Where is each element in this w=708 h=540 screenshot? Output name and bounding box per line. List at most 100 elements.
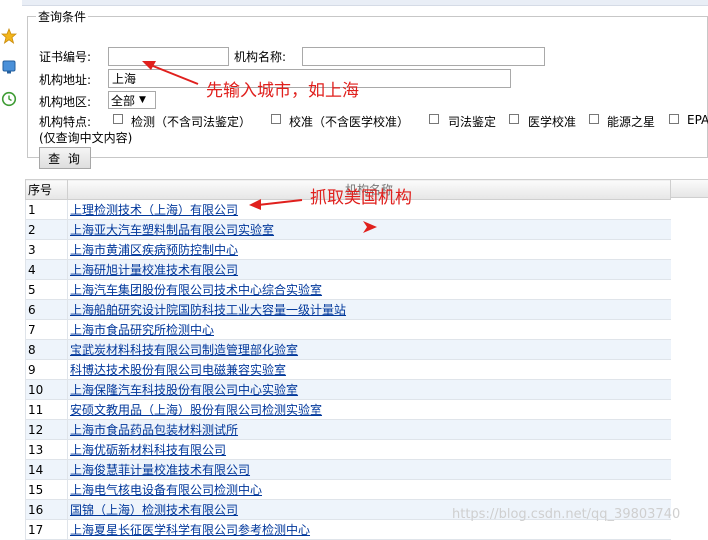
org-name-link[interactable]: 上海船舶研究设计院国防科技工业大容量一级计量站: [70, 303, 346, 317]
row-index: 7: [25, 319, 68, 340]
table-row: 4 上海研旭计量校准技术有限公司: [25, 259, 671, 280]
table-row: 13 上海优砺新材料科技有限公司: [25, 439, 671, 460]
row-index: 4: [25, 259, 68, 280]
column-header-index: 序号: [25, 179, 68, 200]
feature-label-energy-star: 能源之星: [607, 115, 656, 129]
cert-number-label: 证书编号:: [39, 50, 92, 64]
org-name-link[interactable]: 科博达技术股份有限公司电磁兼容实验室: [70, 363, 286, 377]
table-annotation: 抓取美国机构: [310, 188, 412, 208]
org-name-link[interactable]: 上理检测技术（上海）有限公司: [70, 203, 238, 217]
feature-checkbox-epa[interactable]: [669, 114, 679, 124]
org-name-link[interactable]: 上海市食品研究所检测中心: [70, 323, 214, 337]
table-row: 10 上海保隆汽车科技股份有限公司中心实验室: [25, 379, 671, 400]
search-button[interactable]: 查 询: [39, 147, 91, 169]
row-index: 14: [25, 459, 68, 480]
org-name-link[interactable]: 上海研旭计量校准技术有限公司: [70, 263, 238, 277]
row-name-cell: 上海电气核电设备有限公司检测中心: [67, 479, 671, 500]
table-row: 7 上海市食品研究所检测中心: [25, 319, 671, 340]
row-index: 1: [25, 199, 68, 220]
feature-checkbox-medical[interactable]: [509, 114, 519, 124]
left-icon-rail: [0, 0, 22, 534]
org-name-link[interactable]: 国锦（上海）检测技术有限公司: [70, 503, 238, 517]
org-name-link[interactable]: 安硕文教用品（上海）股份有限公司检测实验室: [70, 403, 322, 417]
clock-icon[interactable]: [0, 90, 18, 108]
row-index: 15: [25, 479, 68, 500]
feature-label-forensic: 司法鉴定: [448, 115, 497, 129]
row-name-cell: 上海保隆汽车科技股份有限公司中心实验室: [67, 379, 671, 400]
row-index: 11: [25, 399, 68, 420]
red-arrow-icon: [249, 199, 303, 210]
feature-checkbox-forensic[interactable]: [429, 114, 439, 124]
row-name-cell: 科博达技术股份有限公司电磁兼容实验室: [67, 359, 671, 380]
table-row: 6 上海船舶研究设计院国防科技工业大容量一级计量站: [25, 299, 671, 320]
row-name-cell: 上海市食品研究所检测中心: [67, 319, 671, 340]
feature-label-calibration: 校准（不含医学校准）: [289, 115, 410, 129]
features-label: 机构特点:: [39, 115, 92, 129]
org-name-link[interactable]: 上海电气核电设备有限公司检测中心: [70, 483, 262, 497]
table-row: 5 上海汽车集团股份有限公司技术中心综合实验室: [25, 279, 671, 300]
org-name-link[interactable]: 宝武炭材料科技有限公司制造管理部化验室: [70, 343, 298, 357]
table-row: 14 上海俊慧菲计量校准技术有限公司: [25, 459, 671, 480]
chinese-only-hint: (仅查询中文内容): [39, 131, 133, 145]
org-name-link[interactable]: 上海俊慧菲计量校准技术有限公司: [70, 463, 250, 477]
row-index: 10: [25, 379, 68, 400]
region-label: 机构地区:: [39, 95, 92, 109]
query-conditions-panel: 查询条件 证书编号: 机构名称: 机构地址: 机构地区: 全部 ▼ 机构特点: …: [27, 8, 708, 169]
chevron-down-icon: ▼: [139, 95, 146, 105]
row-index: 16: [25, 499, 68, 520]
row-name-cell: 上海优砺新材料科技有限公司: [67, 439, 671, 460]
row-index: 17: [25, 519, 68, 540]
row-index: 13: [25, 439, 68, 460]
feature-label-epa: EPA: [687, 113, 708, 127]
row-index: 6: [25, 299, 68, 320]
row-name-cell: 上海夏星长征医学科学有限公司参考检测中心: [67, 519, 671, 540]
row-name-cell: 上海船舶研究设计院国防科技工业大容量一级计量站: [67, 299, 671, 320]
org-name-label: 机构名称:: [234, 50, 287, 64]
table-row: 3 上海市黄浦区疾病预防控制中心: [25, 239, 671, 260]
org-name-link[interactable]: 上海市黄浦区疾病预防控制中心: [70, 243, 238, 257]
org-name-link[interactable]: 上海市食品药品包装材料测试所: [70, 423, 238, 437]
watermark: https://blog.csdn.net/qq_39803740: [452, 507, 681, 522]
monitor-icon[interactable]: [0, 58, 18, 76]
table-row: 11 安硕文教用品（上海）股份有限公司检测实验室: [25, 399, 671, 420]
red-arrow-icon: [363, 221, 377, 233]
row-name-cell: 宝武炭材料科技有限公司制造管理部化验室: [67, 339, 671, 360]
feature-checkbox-testing[interactable]: [113, 114, 123, 124]
feature-checkbox-energy-star[interactable]: [589, 114, 599, 124]
org-name-link[interactable]: 上海亚大汽车塑料制品有限公司实验室: [70, 223, 274, 237]
row-name-cell: 上海俊慧菲计量校准技术有限公司: [67, 459, 671, 480]
address-label: 机构地址:: [39, 73, 92, 87]
row-index: 9: [25, 359, 68, 380]
address-annotation: 先输入城市，如上海: [206, 81, 359, 101]
table-row: 15 上海电气核电设备有限公司检测中心: [25, 479, 671, 500]
feature-checkbox-calibration[interactable]: [271, 114, 281, 124]
star-icon[interactable]: [0, 27, 18, 45]
table-row: 8 宝武炭材料科技有限公司制造管理部化验室: [25, 339, 671, 360]
red-arrow-icon: [142, 61, 199, 85]
row-name-cell: 安硕文教用品（上海）股份有限公司检测实验室: [67, 399, 671, 420]
query-legend: 查询条件: [38, 10, 87, 24]
feature-label-medical: 医学校准: [528, 115, 577, 129]
region-select[interactable]: 全部 ▼: [108, 91, 156, 109]
row-index: 8: [25, 339, 68, 360]
row-name-cell: 上海市食品药品包装材料测试所: [67, 419, 671, 440]
results-table: 序号 机构名称 1 上理检测技术（上海）有限公司 2 上海亚大汽车塑料制品有限公司实验…: [25, 179, 671, 540]
top-toolbar-strip: [0, 0, 708, 6]
org-name-link[interactable]: 上海保隆汽车科技股份有限公司中心实验室: [70, 383, 298, 397]
org-name-link[interactable]: 上海汽车集团股份有限公司技术中心综合实验室: [70, 283, 322, 297]
region-selected-value: 全部: [111, 93, 136, 108]
row-index: 2: [25, 219, 68, 240]
table-header-filler: [670, 179, 708, 198]
org-name-link[interactable]: 上海优砺新材料科技有限公司: [70, 443, 226, 457]
table-row: 2 上海亚大汽车塑料制品有限公司实验室: [25, 219, 671, 240]
feature-label-testing: 检测（不含司法鉴定）: [131, 115, 252, 129]
row-index: 12: [25, 419, 68, 440]
row-name-cell: 上海汽车集团股份有限公司技术中心综合实验室: [67, 279, 671, 300]
org-name-link[interactable]: 上海夏星长征医学科学有限公司参考检测中心: [70, 523, 310, 537]
row-index: 5: [25, 279, 68, 300]
table-row: 12 上海市食品药品包装材料测试所: [25, 419, 671, 440]
org-name-input[interactable]: [302, 47, 545, 66]
row-index: 3: [25, 239, 68, 260]
table-row: 9 科博达技术股份有限公司电磁兼容实验室: [25, 359, 671, 380]
row-name-cell: 上海市黄浦区疾病预防控制中心: [67, 239, 671, 260]
